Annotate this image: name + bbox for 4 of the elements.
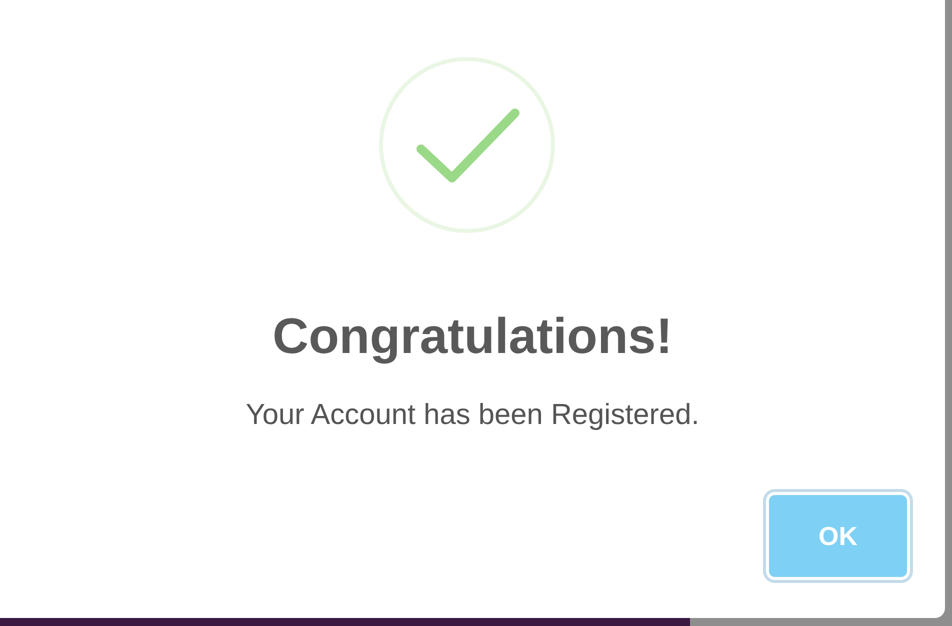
ok-button[interactable]: OK <box>766 492 910 580</box>
dialog-message: Your Account has been Registered. <box>246 399 700 432</box>
check-icon <box>376 55 556 235</box>
dialog-title: Congratulations! <box>272 307 672 365</box>
